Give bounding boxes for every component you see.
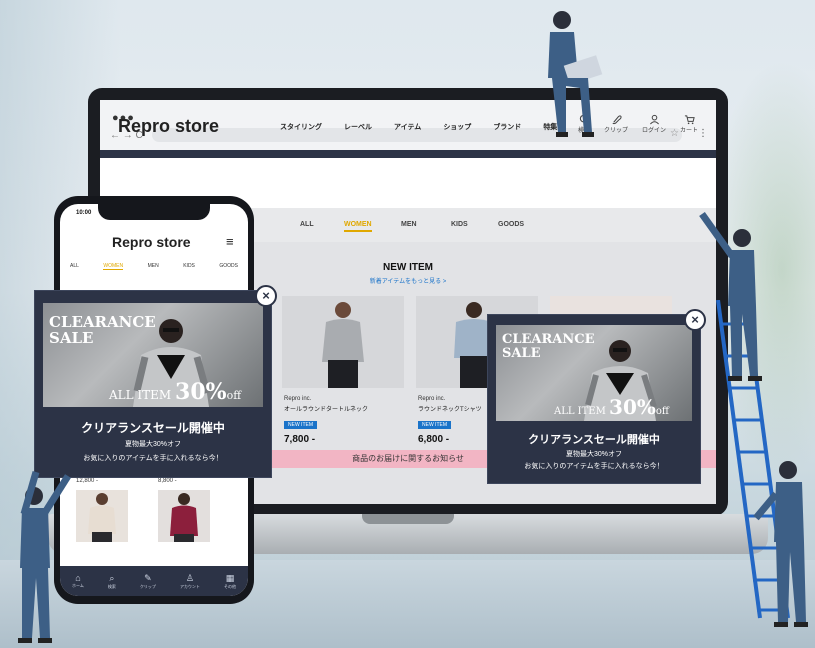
person-on-ladder-illustration bbox=[699, 211, 762, 381]
popup-banner-image: CLEARANCE SALE ALL ITEM 30%off bbox=[496, 325, 692, 421]
site-logo[interactable]: Repro store bbox=[118, 116, 219, 137]
footer-label: その他 bbox=[223, 583, 236, 589]
product-model-illustration bbox=[170, 493, 198, 542]
new-item-badge: NEW ITEM bbox=[284, 421, 317, 429]
search-icon: ⌕ bbox=[109, 572, 115, 583]
header-icon-label: ログイン bbox=[642, 128, 667, 134]
clearance-headline: CLEARANCE SALE bbox=[49, 313, 156, 347]
phone-tab-all[interactable]: ALL bbox=[70, 263, 79, 270]
nav-item[interactable]: ショップ bbox=[443, 122, 471, 132]
all-item-label: ALL ITEM bbox=[109, 388, 172, 402]
person-pointing-illustration bbox=[18, 471, 71, 643]
product-info: Repro inc. オールラウンドタートルネック NEW ITEM 7,800… bbox=[284, 396, 368, 445]
discount-off: off bbox=[226, 389, 242, 402]
footer-clip[interactable]: ✎ クリップ bbox=[140, 573, 156, 590]
header-login[interactable]: ログイン bbox=[642, 114, 666, 134]
tab-goods[interactable]: GOODS bbox=[498, 221, 524, 228]
product-price: 6,800 - bbox=[418, 434, 450, 445]
browser-strip bbox=[100, 150, 716, 158]
laptop-notch bbox=[362, 514, 454, 524]
hamburger-menu-icon[interactable]: ≡ bbox=[226, 234, 234, 249]
product-name[interactable]: オールラウンドタートルネック bbox=[284, 404, 368, 413]
nav-item[interactable]: スタイリング bbox=[280, 122, 322, 132]
phone-logo[interactable]: Repro store bbox=[112, 234, 191, 250]
discount-percent: 30% bbox=[609, 395, 656, 419]
phone-tab-bar: ⌂ ホーム ⌕ 検索 ✎ クリップ ♙ アカウント ▦ その他 bbox=[60, 566, 248, 596]
person-with-laptop-illustration bbox=[548, 11, 603, 137]
product-image[interactable] bbox=[282, 296, 404, 388]
product-brand: Repro inc. bbox=[284, 396, 312, 402]
footer-label: アカウント bbox=[179, 583, 200, 589]
footer-more[interactable]: ▦ その他 bbox=[224, 573, 236, 590]
tab-kids[interactable]: KIDS bbox=[451, 221, 468, 228]
discount-off: off bbox=[655, 406, 669, 417]
all-item-label: ALL ITEM bbox=[554, 406, 606, 417]
phone-product-image[interactable] bbox=[158, 490, 210, 542]
product-brand: Repro inc. bbox=[418, 396, 446, 402]
clearance-popup-mobile[interactable]: CLEARANCE SALE ALL ITEM 30%off クリアランスセール… bbox=[34, 285, 277, 478]
tab-men[interactable]: MEN bbox=[401, 221, 417, 228]
footer-label: 検索 bbox=[107, 583, 116, 589]
new-item-badge: NEW ITEM bbox=[418, 421, 451, 429]
phone-product-price: 8,800 - bbox=[158, 478, 177, 484]
all-item-offer: ALL ITEM 30%off bbox=[109, 379, 241, 405]
person-holding-ladder-illustration bbox=[753, 461, 808, 627]
clearance-popup-desktop[interactable]: CLEARANCE SALE ALL ITEM 30%off クリアランスセール… bbox=[487, 309, 706, 484]
phone-tab-women[interactable]: WOMEN bbox=[103, 263, 124, 270]
phone-product-price: 12,800 - bbox=[76, 478, 99, 484]
user-icon bbox=[649, 114, 659, 125]
user-icon: ♙ bbox=[185, 572, 194, 583]
close-icon[interactable]: × bbox=[255, 285, 277, 307]
nav-item[interactable]: ブランド bbox=[493, 122, 521, 132]
tab-all[interactable]: ALL bbox=[300, 221, 314, 228]
popup-line2: お気に入りのアイテムを手に入れるなら今！ bbox=[524, 463, 664, 470]
nav-item[interactable]: レーベル bbox=[344, 122, 372, 132]
footer-account[interactable]: ♙ アカウント bbox=[180, 573, 200, 590]
all-item-offer: ALL ITEM 30%off bbox=[554, 395, 669, 419]
footer-search[interactable]: ⌕ 検索 bbox=[108, 573, 116, 590]
product-model-illustration bbox=[282, 296, 404, 388]
site-nav: スタイリング レーベル アイテム ショップ ブランド 特集 bbox=[280, 122, 557, 132]
header-cart[interactable]: カート bbox=[680, 114, 698, 134]
product-info: Repro inc. ラウンドネックTシャツ NEW ITEM 6,800 - bbox=[418, 396, 482, 445]
discount-percent: 30% bbox=[175, 379, 227, 405]
phone-time: 10:00 bbox=[76, 210, 92, 216]
nav-item[interactable]: アイテム bbox=[394, 122, 421, 132]
home-icon: ⌂ bbox=[75, 573, 81, 583]
phone-tab-kids[interactable]: KIDS bbox=[183, 263, 195, 270]
popup-line1: 夏物最大30%オフ bbox=[124, 441, 181, 448]
popup-banner-image: CLEARANCE SALE ALL ITEM 30%off bbox=[43, 303, 263, 407]
tab-women[interactable]: WOMEN bbox=[344, 221, 372, 232]
phone-product-image[interactable] bbox=[76, 490, 128, 542]
popup-title: クリアランスセール開催中 bbox=[528, 434, 660, 446]
clearance-headline: CLEARANCE SALE bbox=[502, 332, 595, 361]
cart-icon bbox=[684, 115, 695, 125]
phone-tab-men[interactable]: MEN bbox=[148, 263, 159, 270]
clip-icon: ✎ bbox=[144, 572, 152, 583]
popup-line1: 夏物最大30%オフ bbox=[565, 451, 622, 458]
browser-menu-icon[interactable]: ⋮ bbox=[698, 128, 708, 139]
phone-notch bbox=[98, 202, 210, 220]
phone-tab-goods[interactable]: GOODS bbox=[219, 263, 238, 270]
product-model-illustration bbox=[88, 493, 116, 542]
product-name[interactable]: ラウンドネックTシャツ bbox=[418, 404, 482, 413]
product-price: 7,800 - bbox=[284, 434, 316, 445]
header-icon-label: カート bbox=[680, 128, 699, 134]
footer-label: クリップ bbox=[139, 583, 156, 589]
phone-tabs: ALL WOMEN MEN KIDS GOODS bbox=[70, 263, 238, 270]
popup-title: クリアランスセール開催中 bbox=[81, 421, 225, 435]
grid-icon: ▦ bbox=[225, 572, 235, 583]
